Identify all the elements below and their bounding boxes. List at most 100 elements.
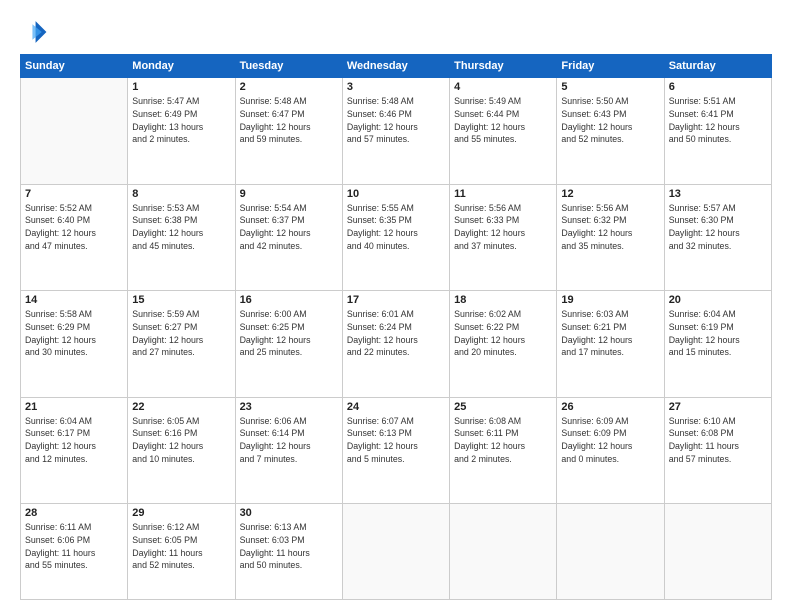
day-number: 1 [132,81,230,93]
day-number: 7 [25,188,123,200]
day-number: 8 [132,188,230,200]
day-info: Sunrise: 6:13 AM Sunset: 6:03 PM Dayligh… [240,521,338,572]
calendar-cell: 26Sunrise: 6:09 AM Sunset: 6:09 PM Dayli… [557,397,664,504]
day-info: Sunrise: 6:07 AM Sunset: 6:13 PM Dayligh… [347,415,445,466]
calendar-cell: 23 Sunrise: 6:06 AM Sunset: 6:14 PM Dayli… [235,397,342,504]
day-number: 28 [25,507,123,519]
calendar-cell: 5 Sunrise: 5:50 AM Sunset: 6:43 PM Daylig… [557,78,664,185]
weekday-header-monday: Monday [128,55,235,78]
calendar-cell: 14 Sunrise: 5:58 AM Sunset: 6:29 PM Dayli… [21,291,128,398]
day-info: Sunrise: 5:47 AM Sunset: 6:49 PM Dayligh… [132,95,230,146]
day-number: 23 [240,401,338,413]
day-info: Sunrise: 5:51 AM Sunset: 6:41 PM Dayligh… [669,95,767,146]
day-number: 12 [561,188,659,200]
day-info: Sunrise: 5:54 AM Sunset: 6:37 PM Dayligh… [240,202,338,253]
calendar-cell: 17 Sunrise: 6:01 AM Sunset: 6:24 PM Dayli… [342,291,449,398]
calendar-cell: 9 Sunrise: 5:54 AM Sunset: 6:37 PM Daylig… [235,184,342,291]
day-info: Sunrise: 6:11 AM Sunset: 6:06 PM Dayligh… [25,521,123,572]
day-info: Sunrise: 6:12 AM Sunset: 6:05 PM Dayligh… [132,521,230,572]
calendar-cell: 20Sunrise: 6:04 AM Sunset: 6:19 PM Dayli… [664,291,771,398]
calendar-cell: 22 Sunrise: 6:05 AM Sunset: 6:16 PM Dayli… [128,397,235,504]
day-info: Sunrise: 6:00 AM Sunset: 6:25 PM Dayligh… [240,308,338,359]
calendar-cell: 29 Sunrise: 6:12 AM Sunset: 6:05 PM Dayli… [128,504,235,600]
day-info: Sunrise: 6:08 AM Sunset: 6:11 PM Dayligh… [454,415,552,466]
week-row-3: 14 Sunrise: 5:58 AM Sunset: 6:29 PM Dayli… [21,291,772,398]
day-info: Sunrise: 6:06 AM Sunset: 6:14 PM Dayligh… [240,415,338,466]
weekday-header-friday: Friday [557,55,664,78]
day-info: Sunrise: 5:48 AM Sunset: 6:46 PM Dayligh… [347,95,445,146]
calendar-cell [664,504,771,600]
day-info: Sunrise: 6:10 AM Sunset: 6:08 PM Dayligh… [669,415,767,466]
calendar-cell: 24 Sunrise: 6:07 AM Sunset: 6:13 PM Dayli… [342,397,449,504]
weekday-header-thursday: Thursday [450,55,557,78]
day-info: Sunrise: 5:53 AM Sunset: 6:38 PM Dayligh… [132,202,230,253]
weekday-header-sunday: Sunday [21,55,128,78]
calendar-cell [450,504,557,600]
day-info: Sunrise: 6:03 AM Sunset: 6:21 PM Dayligh… [561,308,659,359]
day-number: 9 [240,188,338,200]
day-info: Sunrise: 5:56 AM Sunset: 6:32 PM Dayligh… [561,202,659,253]
calendar-cell: 7Sunrise: 5:52 AM Sunset: 6:40 PM Daylig… [21,184,128,291]
day-number: 20 [669,294,767,306]
day-info: Sunrise: 5:48 AM Sunset: 6:47 PM Dayligh… [240,95,338,146]
calendar-cell: 3 Sunrise: 5:48 AM Sunset: 6:46 PM Daylig… [342,78,449,185]
day-number: 13 [669,188,767,200]
calendar-cell: 12 Sunrise: 5:56 AM Sunset: 6:32 PM Dayli… [557,184,664,291]
calendar-cell: 19 Sunrise: 6:03 AM Sunset: 6:21 PM Dayli… [557,291,664,398]
day-number: 24 [347,401,445,413]
day-number: 4 [454,81,552,93]
calendar-cell: 10 Sunrise: 5:55 AM Sunset: 6:35 PM Dayli… [342,184,449,291]
calendar-cell [342,504,449,600]
day-number: 30 [240,507,338,519]
day-number: 5 [561,81,659,93]
day-info: Sunrise: 6:04 AM Sunset: 6:17 PM Dayligh… [25,415,123,466]
calendar-cell: 16 Sunrise: 6:00 AM Sunset: 6:25 PM Dayli… [235,291,342,398]
calendar-cell: 1 Sunrise: 5:47 AM Sunset: 6:49 PM Daylig… [128,78,235,185]
week-row-1: 1 Sunrise: 5:47 AM Sunset: 6:49 PM Daylig… [21,78,772,185]
calendar-cell: 4 Sunrise: 5:49 AM Sunset: 6:44 PM Daylig… [450,78,557,185]
week-row-5: 28 Sunrise: 6:11 AM Sunset: 6:06 PM Dayli… [21,504,772,600]
day-info: Sunrise: 5:58 AM Sunset: 6:29 PM Dayligh… [25,308,123,359]
calendar-table: SundayMondayTuesdayWednesdayThursdayFrid… [20,54,772,600]
weekday-header-row: SundayMondayTuesdayWednesdayThursdayFrid… [21,55,772,78]
day-info: Sunrise: 6:05 AM Sunset: 6:16 PM Dayligh… [132,415,230,466]
logo-icon [20,18,48,46]
day-number: 27 [669,401,767,413]
day-number: 17 [347,294,445,306]
day-number: 21 [25,401,123,413]
day-number: 29 [132,507,230,519]
calendar-cell: 25 Sunrise: 6:08 AM Sunset: 6:11 PM Dayli… [450,397,557,504]
calendar-cell: 15Sunrise: 5:59 AM Sunset: 6:27 PM Dayli… [128,291,235,398]
day-number: 6 [669,81,767,93]
calendar-cell: 2 Sunrise: 5:48 AM Sunset: 6:47 PM Daylig… [235,78,342,185]
day-number: 18 [454,294,552,306]
day-info: Sunrise: 5:49 AM Sunset: 6:44 PM Dayligh… [454,95,552,146]
day-number: 25 [454,401,552,413]
logo [20,18,52,46]
day-number: 14 [25,294,123,306]
calendar-cell: 18 Sunrise: 6:02 AM Sunset: 6:22 PM Dayli… [450,291,557,398]
day-number: 16 [240,294,338,306]
calendar-cell: 11 Sunrise: 5:56 AM Sunset: 6:33 PM Dayli… [450,184,557,291]
day-info: Sunrise: 5:55 AM Sunset: 6:35 PM Dayligh… [347,202,445,253]
day-number: 22 [132,401,230,413]
day-number: 19 [561,294,659,306]
day-number: 3 [347,81,445,93]
day-info: Sunrise: 5:57 AM Sunset: 6:30 PM Dayligh… [669,202,767,253]
calendar-cell: 27 Sunrise: 6:10 AM Sunset: 6:08 PM Dayli… [664,397,771,504]
calendar-cell: 13 Sunrise: 5:57 AM Sunset: 6:30 PM Dayli… [664,184,771,291]
day-info: Sunrise: 5:56 AM Sunset: 6:33 PM Dayligh… [454,202,552,253]
calendar-cell: 8 Sunrise: 5:53 AM Sunset: 6:38 PM Daylig… [128,184,235,291]
weekday-header-saturday: Saturday [664,55,771,78]
day-number: 2 [240,81,338,93]
header [20,18,772,46]
day-number: 10 [347,188,445,200]
day-info: Sunrise: 6:01 AM Sunset: 6:24 PM Dayligh… [347,308,445,359]
calendar-cell: 6 Sunrise: 5:51 AM Sunset: 6:41 PM Daylig… [664,78,771,185]
day-info: Sunrise: 5:50 AM Sunset: 6:43 PM Dayligh… [561,95,659,146]
day-number: 11 [454,188,552,200]
day-info: Sunrise: 6:02 AM Sunset: 6:22 PM Dayligh… [454,308,552,359]
page: SundayMondayTuesdayWednesdayThursdayFrid… [0,0,792,612]
day-number: 26 [561,401,659,413]
calendar-cell [21,78,128,185]
